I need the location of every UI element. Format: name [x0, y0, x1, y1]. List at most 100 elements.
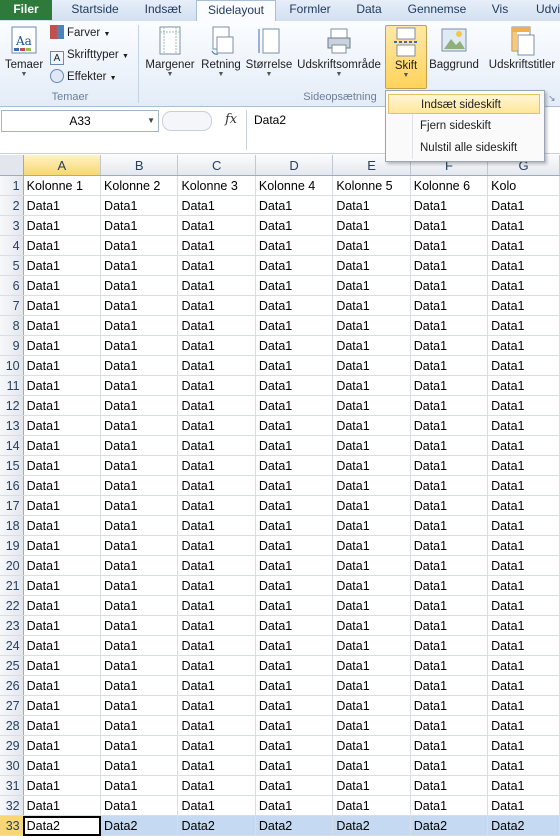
row-header[interactable]: 8 — [0, 315, 24, 336]
cell[interactable]: Kolonne 1 — [23, 175, 102, 196]
row-header[interactable]: 2 — [0, 195, 24, 216]
orientation-button[interactable]: Retning ▼ — [199, 25, 243, 85]
cell[interactable]: Data1 — [410, 215, 489, 236]
cell[interactable]: Data1 — [177, 795, 256, 816]
cell[interactable]: Data1 — [487, 755, 560, 776]
tab-view[interactable]: Vis — [482, 0, 518, 20]
cell[interactable]: Data1 — [23, 355, 102, 376]
cell[interactable]: Data1 — [100, 355, 179, 376]
cell[interactable]: Data1 — [487, 495, 560, 516]
cell[interactable]: Data2 — [332, 815, 411, 836]
cell[interactable]: Data1 — [332, 655, 411, 676]
cell[interactable]: Data1 — [332, 315, 411, 336]
cell[interactable]: Data1 — [100, 415, 179, 436]
cell[interactable]: Data1 — [177, 695, 256, 716]
cell[interactable]: Data1 — [332, 555, 411, 576]
cell[interactable]: Data1 — [410, 735, 489, 756]
cell[interactable]: Data1 — [332, 755, 411, 776]
print-area-button[interactable]: Udskriftsområde ▼ — [295, 25, 383, 85]
cell[interactable]: Data1 — [487, 515, 560, 536]
cell[interactable]: Data1 — [255, 575, 334, 596]
cell[interactable]: Data1 — [100, 395, 179, 416]
cell[interactable]: Data1 — [23, 735, 102, 756]
cell[interactable]: Kolo — [487, 175, 560, 196]
cell[interactable]: Data1 — [100, 275, 179, 296]
cell[interactable]: Data1 — [100, 715, 179, 736]
cell[interactable]: Data1 — [177, 615, 256, 636]
row-header[interactable]: 6 — [0, 275, 24, 296]
cell[interactable]: Data1 — [177, 475, 256, 496]
row-header[interactable]: 25 — [0, 655, 24, 676]
tab-formulas[interactable]: Formler — [280, 0, 340, 20]
cell[interactable]: Data1 — [100, 235, 179, 256]
cell[interactable]: Data1 — [332, 495, 411, 516]
tab-review[interactable]: Gennemse — [398, 0, 476, 20]
cell[interactable]: Data1 — [177, 535, 256, 556]
cell[interactable]: Data1 — [177, 195, 256, 216]
cell[interactable]: Data1 — [23, 775, 102, 796]
row-header[interactable]: 1 — [0, 175, 24, 196]
cell[interactable]: Data1 — [100, 195, 179, 216]
row-header[interactable]: 24 — [0, 635, 24, 656]
cell[interactable]: Data1 — [177, 375, 256, 396]
cell[interactable]: Data1 — [100, 455, 179, 476]
cell[interactable]: Data1 — [23, 455, 102, 476]
cell[interactable]: Data1 — [100, 475, 179, 496]
tab-file[interactable]: Filer — [0, 0, 52, 20]
cell[interactable]: Data1 — [332, 415, 411, 436]
cell[interactable]: Data1 — [487, 275, 560, 296]
cell[interactable]: Data2 — [255, 815, 334, 836]
insert-function-icon[interactable]: fx — [225, 112, 237, 127]
row-header[interactable]: 28 — [0, 715, 24, 736]
cell[interactable]: Data1 — [487, 655, 560, 676]
cell[interactable]: Data1 — [100, 515, 179, 536]
cell[interactable]: Data1 — [487, 255, 560, 276]
tab-data[interactable]: Data — [346, 0, 392, 20]
cell[interactable]: Data1 — [255, 615, 334, 636]
cell[interactable]: Data1 — [255, 455, 334, 476]
row-header[interactable]: 26 — [0, 675, 24, 696]
cell[interactable]: Data1 — [487, 775, 560, 796]
cell[interactable]: Data1 — [23, 315, 102, 336]
cell[interactable]: Data1 — [487, 335, 560, 356]
cell[interactable]: Data1 — [23, 395, 102, 416]
cell[interactable]: Data2 — [23, 815, 102, 836]
cell[interactable]: Data1 — [487, 595, 560, 616]
cell[interactable]: Data1 — [100, 575, 179, 596]
cell[interactable]: Data1 — [410, 475, 489, 496]
cell[interactable]: Data1 — [410, 615, 489, 636]
cell[interactable]: Data1 — [177, 255, 256, 276]
cell[interactable]: Data1 — [23, 195, 102, 216]
cell[interactable]: Data1 — [23, 235, 102, 256]
cell[interactable]: Kolonne 2 — [100, 175, 179, 196]
cell[interactable]: Data1 — [23, 475, 102, 496]
cell[interactable]: Data1 — [100, 215, 179, 236]
cell[interactable]: Data1 — [23, 555, 102, 576]
cell[interactable]: Data1 — [100, 735, 179, 756]
cell[interactable]: Data1 — [177, 675, 256, 696]
row-header[interactable]: 31 — [0, 775, 24, 796]
cell[interactable]: Data1 — [177, 235, 256, 256]
cell[interactable]: Data1 — [177, 555, 256, 576]
row-header[interactable]: 20 — [0, 555, 24, 576]
fonts-button[interactable]: A Skrifttyper ▼ — [50, 46, 129, 65]
cell[interactable]: Data1 — [23, 535, 102, 556]
cell[interactable]: Data1 — [23, 215, 102, 236]
cell[interactable]: Data1 — [255, 535, 334, 556]
row-header[interactable]: 19 — [0, 535, 24, 556]
cell[interactable]: Data1 — [100, 535, 179, 556]
cell[interactable]: Data1 — [332, 395, 411, 416]
cell[interactable]: Data1 — [255, 215, 334, 236]
cell[interactable]: Data1 — [255, 275, 334, 296]
cell[interactable]: Data1 — [100, 675, 179, 696]
cell[interactable]: Data1 — [487, 435, 560, 456]
cell[interactable]: Data1 — [410, 495, 489, 516]
cell[interactable]: Data1 — [23, 595, 102, 616]
cell[interactable]: Data1 — [410, 295, 489, 316]
cell[interactable]: Data1 — [100, 295, 179, 316]
cell[interactable]: Data1 — [177, 775, 256, 796]
row-header[interactable]: 13 — [0, 415, 24, 436]
cell[interactable]: Data1 — [23, 415, 102, 436]
cell[interactable]: Data1 — [255, 695, 334, 716]
menu-item-reset-all-page-breaks[interactable]: Nulstil alle sideskift — [388, 138, 540, 158]
